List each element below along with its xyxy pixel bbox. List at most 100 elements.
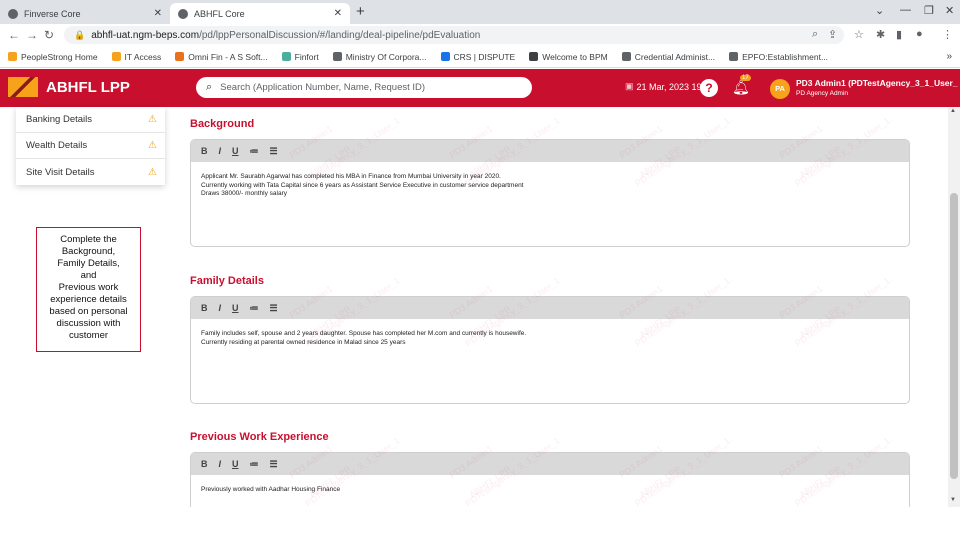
chevron-down-icon[interactable]: ⌄ bbox=[875, 4, 884, 17]
content-line: Family includes self, spouse and 2 years… bbox=[201, 330, 527, 337]
main-panel: Background B I U ≔ ☰ Applicant Mr. Saura… bbox=[176, 107, 920, 507]
section-title-family-details: Family Details bbox=[190, 275, 264, 287]
background-editor[interactable]: B I U ≔ ☰ Applicant Mr. Saurabh Agarwal … bbox=[190, 139, 910, 247]
menu-icon[interactable]: ⋮ bbox=[942, 28, 953, 41]
underline-button[interactable]: U bbox=[232, 303, 239, 313]
bookmark-item[interactable]: Welcome to BPM bbox=[529, 52, 608, 62]
search-input[interactable]: ⌕ Search (Application Number, Name, Requ… bbox=[196, 77, 532, 98]
bookmark-icon bbox=[529, 52, 539, 61]
ordered-list-button[interactable]: ≔ bbox=[250, 459, 259, 470]
bookmark-icon bbox=[175, 52, 185, 61]
family-details-editor[interactable]: B I U ≔ ☰ Family includes self, spouse a… bbox=[190, 296, 910, 404]
bold-button[interactable]: B bbox=[201, 303, 208, 313]
close-icon[interactable]: ✕ bbox=[334, 8, 342, 19]
app-header: ABHFL LPP ⌕ Search (Application Number, … bbox=[0, 69, 960, 107]
sidebar-item-label: Banking Details bbox=[26, 114, 93, 125]
ordered-list-button[interactable]: ≔ bbox=[250, 303, 259, 314]
tab-title: ABHFL Core bbox=[194, 8, 245, 19]
italic-button[interactable]: I bbox=[219, 303, 222, 313]
reload-icon[interactable]: ↻ bbox=[44, 28, 54, 42]
bold-button[interactable]: B bbox=[201, 459, 208, 469]
scrollbar-thumb[interactable] bbox=[950, 193, 958, 479]
bookmark-item[interactable]: Finfort bbox=[281, 51, 319, 62]
user-info[interactable]: PD3 Admin1 (PDTestAgency_3_1_User_ PD Ag… bbox=[796, 78, 958, 97]
restore-button[interactable]: ❐ bbox=[924, 4, 934, 17]
bookmark-item[interactable]: Ministry Of Corpora... bbox=[332, 52, 427, 62]
notification-bell-icon[interactable]: 🔔︎ 17 bbox=[732, 75, 751, 96]
bookmark-icon bbox=[440, 52, 450, 61]
underline-button[interactable]: U bbox=[232, 146, 239, 156]
sidepanel-icon[interactable]: ▮ bbox=[896, 28, 902, 41]
bottom-area bbox=[0, 507, 960, 540]
app-logo[interactable]: ABHFL LPP bbox=[8, 77, 130, 97]
warning-icon: ⚠ bbox=[148, 114, 157, 125]
sidebar-item-label: Site Visit Details bbox=[26, 166, 95, 178]
section-title-previous-work-experience: Previous Work Experience bbox=[190, 431, 329, 443]
italic-button[interactable]: I bbox=[219, 146, 222, 156]
user-name: PD3 Admin1 (PDTestAgency_3_1_User_ bbox=[796, 78, 958, 88]
sidebar-item-site-visit-details[interactable]: Site Visit Details ⚠ bbox=[16, 159, 165, 185]
globe-icon bbox=[178, 8, 188, 19]
bookmark-item[interactable]: EPFO:Establishment... bbox=[729, 52, 828, 62]
scroll-up-icon[interactable]: ▲ bbox=[950, 108, 956, 114]
minimize-button[interactable]: — bbox=[900, 4, 911, 16]
bookmark-label: Welcome to BPM bbox=[542, 51, 608, 62]
content-line: Applicant Mr. Saurabh Agarwal has comple… bbox=[201, 173, 501, 180]
bookmark-item[interactable]: CRS | DISPUTE bbox=[440, 51, 516, 62]
bookmark-icon bbox=[111, 52, 121, 61]
bookmark-item[interactable]: Credential Administ... bbox=[621, 52, 715, 62]
editor-content[interactable]: Applicant Mr. Saurabh Agarwal has comple… bbox=[191, 162, 909, 210]
back-icon[interactable]: ← bbox=[8, 28, 20, 42]
editor-toolbar: B I U ≔ ☰ bbox=[191, 453, 909, 475]
sidebar-item-label: Wealth Details bbox=[26, 140, 88, 151]
url-field[interactable]: 🔒 abhfl-uat.ngm-beps.com/pd/lppPersonalD… bbox=[64, 26, 844, 44]
avatar[interactable]: PA bbox=[770, 79, 790, 99]
profile-icon[interactable]: ● bbox=[916, 28, 923, 40]
page-scrollbar[interactable]: ▲ ▼ bbox=[948, 107, 960, 507]
star-icon[interactable]: ☆ bbox=[854, 28, 864, 41]
abhfl-logo-icon bbox=[8, 77, 38, 97]
bookmark-item[interactable]: Omni Fin - A S Soft... bbox=[175, 51, 268, 62]
italic-button[interactable]: I bbox=[219, 459, 222, 469]
bookmark-label: CRS | DISPUTE bbox=[453, 51, 516, 62]
browser-tab-strip: Finverse Core ✕ ABHFL Core ✕ + ⌄ — ❐ ✕ bbox=[0, 0, 960, 24]
underline-button[interactable]: U bbox=[232, 459, 239, 469]
new-tab-button[interactable]: + bbox=[356, 3, 365, 20]
bullet-list-button[interactable]: ☰ bbox=[270, 303, 278, 314]
bookmark-icon bbox=[281, 52, 291, 61]
help-icon[interactable]: ? bbox=[700, 79, 718, 97]
content-line: Draws 38000/- monthly salary bbox=[201, 190, 287, 197]
bookmark-item[interactable]: IT Access bbox=[111, 51, 162, 62]
share-icon[interactable]: ⇪ bbox=[828, 28, 837, 41]
sidebar-item-banking-details[interactable]: Banking Details ⚠ bbox=[16, 107, 165, 133]
bullet-list-button[interactable]: ☰ bbox=[270, 459, 278, 470]
user-role: PD Agency Admin bbox=[796, 90, 849, 97]
tab-finverse-core[interactable]: Finverse Core ✕ bbox=[0, 3, 170, 24]
scroll-down-icon[interactable]: ▼ bbox=[950, 497, 956, 503]
zoom-icon[interactable]: ⌕ bbox=[812, 28, 818, 41]
ordered-list-button[interactable]: ≔ bbox=[250, 146, 259, 157]
editor-content[interactable]: Previously worked with Aadhar Housing Fi… bbox=[191, 475, 909, 506]
bullet-list-button[interactable]: ☰ bbox=[270, 146, 278, 157]
bookmark-label: PeopleStrong Home bbox=[21, 51, 98, 62]
bookmark-item[interactable]: PeopleStrong Home bbox=[8, 52, 98, 62]
extensions-icon[interactable]: ✱ bbox=[876, 28, 885, 41]
previous-work-editor[interactable]: B I U ≔ ☰ Previously worked with Aadhar … bbox=[190, 452, 910, 507]
warning-icon: ⚠ bbox=[148, 140, 157, 151]
bookmarks-overflow-icon[interactable]: » bbox=[946, 51, 952, 62]
close-icon[interactable]: ✕ bbox=[154, 8, 162, 19]
sidebar-item-wealth-details[interactable]: Wealth Details ⚠ bbox=[16, 133, 165, 159]
url-path: /pd/lppPersonalDiscussion/#/landing/deal… bbox=[199, 29, 481, 41]
bold-button[interactable]: B bbox=[201, 146, 208, 156]
search-placeholder: Search (Application Number, Name, Reques… bbox=[220, 82, 426, 93]
tab-abhfl-core[interactable]: ABHFL Core ✕ bbox=[170, 3, 350, 24]
bookmark-label: Omni Fin - A S Soft... bbox=[188, 51, 268, 62]
window-close-button[interactable]: ✕ bbox=[945, 4, 954, 17]
bookmark-label: Finfort bbox=[294, 51, 319, 62]
forward-icon[interactable]: → bbox=[26, 28, 38, 42]
bookmark-icon bbox=[621, 52, 631, 61]
tab-title: Finverse Core bbox=[24, 8, 81, 19]
instruction-callout: Complete the Background, Family Details,… bbox=[36, 227, 141, 352]
bookmark-label: IT Access bbox=[124, 51, 162, 62]
editor-content[interactable]: Family includes self, spouse and 2 years… bbox=[191, 319, 909, 358]
